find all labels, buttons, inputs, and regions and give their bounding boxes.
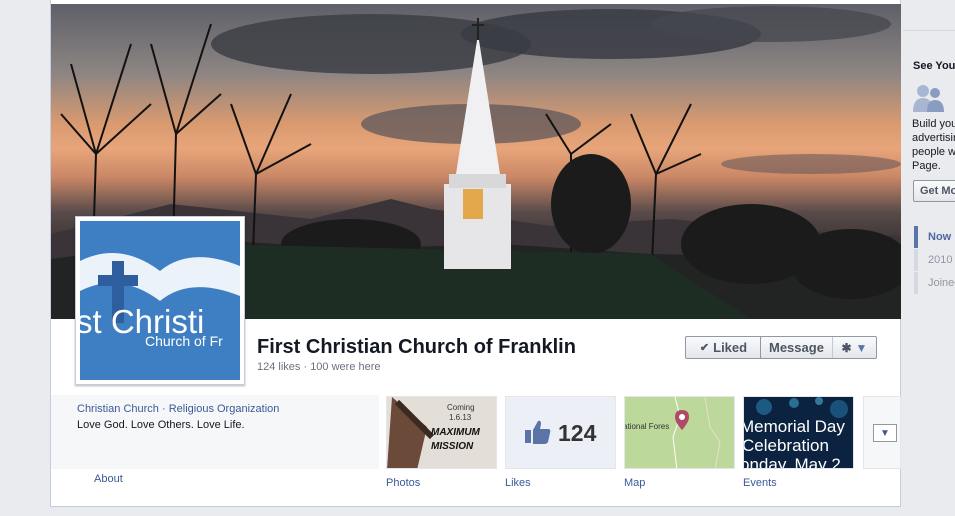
likes-tile[interactable]: 124	[505, 396, 616, 469]
sidebar-top-box	[903, 0, 955, 31]
sidebar-promo-text-2: advertisin	[912, 132, 955, 144]
caret-down-icon: ▼	[855, 340, 868, 355]
timeline-2010[interactable]: 2010	[914, 249, 955, 271]
timeline-now[interactable]: Now	[914, 226, 955, 248]
likes-count: 124	[558, 420, 597, 446]
map-label[interactable]: Map	[624, 477, 645, 489]
photos-tile-word1: MAXIMUM	[431, 427, 480, 438]
photos-tile[interactable]: Coming 1.6.13 MAXIMUM MISSION	[386, 396, 497, 469]
page-stats: 124 likes · 100 were here	[257, 361, 381, 373]
more-apps-tile: ▼	[863, 396, 901, 469]
thumbs-up-icon	[524, 419, 552, 445]
about-link[interactable]: About	[94, 473, 123, 485]
gear-icon: ✱	[841, 340, 852, 355]
profile-logo	[80, 253, 240, 380]
liked-label: Liked	[713, 340, 748, 355]
message-button[interactable]: Message	[761, 337, 833, 358]
liked-button[interactable]: ✔ Liked	[685, 336, 762, 359]
photos-tile-date: 1.6.13	[449, 413, 472, 422]
page-title[interactable]: First Christian Church of Franklin	[257, 336, 576, 359]
get-more-button[interactable]: Get Mo	[913, 180, 955, 202]
events-line3: onday, May 2	[743, 455, 841, 469]
map-pin-icon	[675, 410, 689, 435]
events-label[interactable]: Events	[743, 477, 777, 489]
page-categories[interactable]: Christian Church · Religious Organizatio…	[77, 403, 279, 415]
page-description: Love God. Love Others. Love Life.	[77, 419, 245, 431]
photos-label[interactable]: Photos	[386, 477, 420, 489]
people-icon	[913, 84, 945, 117]
settings-dropdown[interactable]: ✱ ▼	[833, 341, 876, 355]
sidebar-promo-text-4: Page.	[912, 160, 941, 172]
message-button-group: Message ✱ ▼	[760, 336, 877, 359]
sidebar-promo-text-1: Build you	[912, 118, 955, 130]
likes-label[interactable]: Likes	[505, 477, 531, 489]
profile-picture[interactable]: st Christi Church of Fr	[75, 216, 245, 385]
sidebar-promo-text-3: people w	[912, 146, 955, 158]
profile-logo-subtext: Church of Fr	[145, 333, 223, 349]
more-apps-button[interactable]: ▼	[873, 424, 897, 442]
photos-tile-coming: Coming	[447, 403, 475, 412]
sidebar-promo-title: See You	[913, 60, 955, 72]
caret-down-icon: ▼	[880, 427, 890, 439]
photos-tile-word2: MISSION	[431, 441, 474, 452]
map-tile[interactable]: ational Fores	[624, 396, 735, 469]
profile-image: st Christi Church of Fr	[80, 221, 240, 380]
right-sidebar: See You Build you advertisin people w Pa…	[901, 0, 955, 516]
map-place-text: ational Fores	[624, 422, 670, 431]
checkmark-icon: ✔	[699, 342, 710, 354]
timeline-joined[interactable]: Joined	[914, 272, 955, 294]
page-timeline: st Christi Church of Fr First Christian …	[50, 0, 901, 507]
events-line2: Celebration	[743, 436, 829, 455]
events-line1: Memorial Day	[743, 417, 845, 436]
events-tile[interactable]: Memorial Day Celebration onday, May 2	[743, 396, 854, 469]
